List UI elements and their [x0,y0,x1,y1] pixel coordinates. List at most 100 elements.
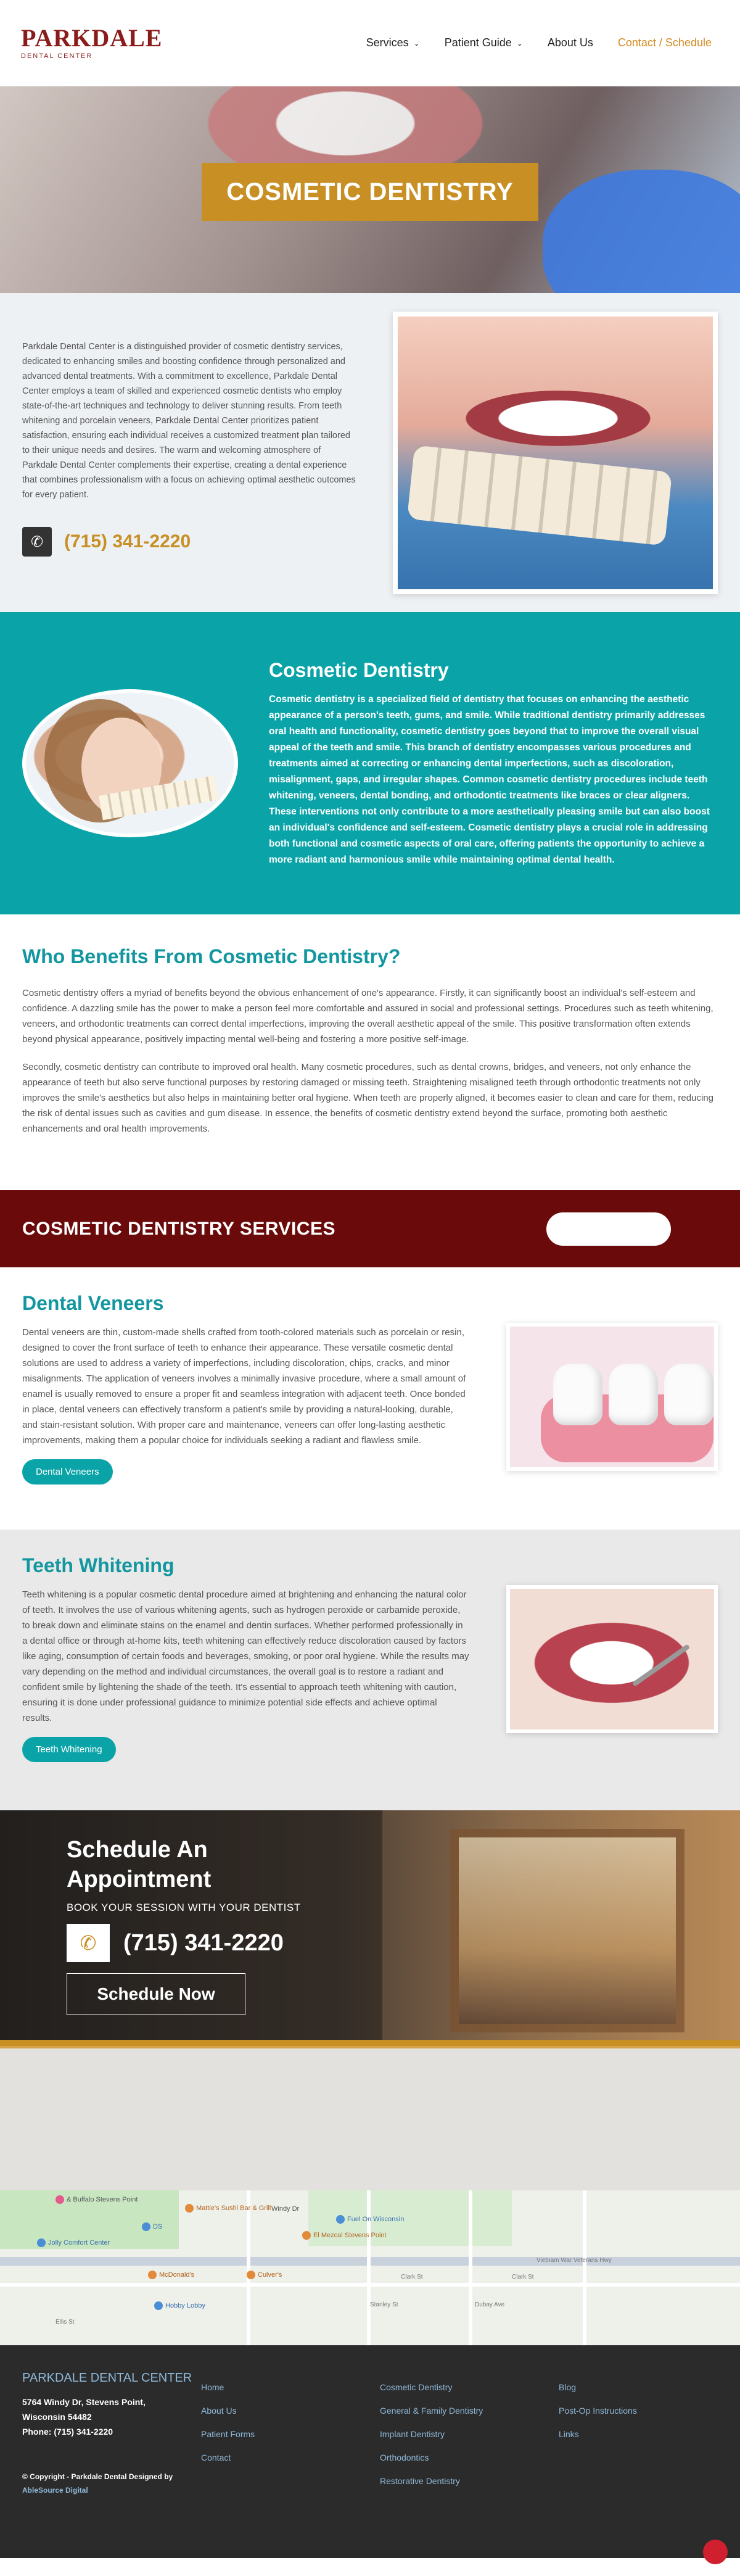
footer-link-general[interactable]: General & Family Dentistry [380,2406,559,2416]
footer-address-line-1: 5764 Windy Dr, Stevens Point, [22,2397,146,2407]
footer-link-orthodontics[interactable]: Orthodontics [380,2453,559,2462]
veneers-paragraph: Dental veneers are thin, custom-made she… [22,1327,466,1446]
map-road [469,2190,472,2345]
whitening-text-column: Teeth Whitening Teeth whitening is a pop… [22,1554,469,1810]
page-title: COSMETIC DENTISTRY [226,178,514,205]
map-poi[interactable]: McDonald's [148,2271,194,2279]
logo-main-text: PARKDALE [21,24,163,52]
map-pin-icon [302,2231,311,2240]
intro-phone-number[interactable]: (715) 341-2220 [64,531,191,552]
map-section[interactable]: & Buffalo Stevens Point Mattie's Sushi B… [0,2046,740,2345]
map-pin-icon [148,2271,157,2279]
map-pin-icon [154,2301,163,2310]
veneers-button[interactable]: Dental Veneers [22,1459,113,1485]
nav-contact-label: Contact / Schedule [617,36,712,49]
footer-phone[interactable]: Phone: (715) 341-2220 [22,2424,201,2439]
map-pin-icon [142,2222,150,2231]
map-poi[interactable]: El Mezcal Stevens Point [302,2231,387,2240]
recaptcha-badge-icon[interactable] [703,2540,728,2564]
map-street-label: Dubay Ave [475,2301,505,2308]
schedule-subheading: BOOK YOUR SESSION WITH YOUR DENTIST [67,1902,301,1913]
whitening-button[interactable]: Teeth Whitening [22,1737,116,1762]
map-poi[interactable]: Hobby Lobby [154,2301,205,2310]
hero-section: COSMETIC DENTISTRY [0,86,740,293]
map-poi[interactable]: Windy Dr [271,2205,299,2213]
map-street-label: Clark St [401,2274,423,2280]
schedule-heading: Schedule An Appointment [67,1837,212,1892]
whitening-section: Teeth Whitening Teeth whitening is a pop… [0,1530,740,1810]
teal-heading: Cosmetic Dentistry [269,658,449,681]
footer-link-post-op[interactable]: Post-Op Instructions [559,2406,682,2416]
site-logo[interactable]: PARKDALE DENTAL CENTER [21,26,162,60]
hero-image-glove [543,170,740,293]
schedule-section: Schedule An Appointment BOOK YOUR SESSIO… [0,1810,740,2046]
whitening-image-mouth [528,1620,695,1706]
footer-links-column-3: Blog Post-Op Instructions Links [559,2370,682,2558]
logo-sub-text: DENTAL CENTER [21,52,93,60]
schedule-phone-number[interactable]: (715) 341-2220 [123,1930,284,1957]
map-poi[interactable]: Culver's [247,2271,282,2279]
map-poi-label: Culver's [258,2271,282,2279]
schedule-bg-office [450,1829,684,2032]
nav-about[interactable]: About Us [548,36,593,49]
nav-patient-guide-label: Patient Guide [444,36,512,49]
main-nav: Services ⌄ Patient Guide ⌄ About Us Cont… [366,36,712,49]
chevron-down-icon: ⌄ [516,38,523,48]
schedule-content: Schedule An Appointment BOOK YOUR SESSIO… [67,1835,350,2015]
site-header: PARKDALE DENTAL CENTER Services ⌄ Patien… [0,0,740,86]
footer-copyright-text: © Copyright - Parkdale Dental Designed b… [22,2472,173,2481]
intro-image-smile [465,391,651,446]
footer-designer-link[interactable]: AbleSource Digital [22,2483,201,2497]
map-pin-icon [336,2215,345,2224]
map-poi-label: McDonald's [159,2271,195,2279]
map-poi[interactable]: Mattie's Sushi Bar & Grill [185,2204,271,2213]
map-street-label: Clark St [512,2274,534,2280]
footer-link-implant[interactable]: Implant Dentistry [380,2429,559,2439]
veneers-image [506,1323,718,1471]
teal-image-woman [22,689,238,837]
footer-link-about[interactable]: About Us [201,2406,380,2416]
footer-link-restorative[interactable]: Restorative Dentistry [380,2476,559,2486]
schedule-now-button[interactable]: Schedule Now [67,1973,245,2015]
map-poi-label: Fuel On Wisconsin [347,2216,405,2223]
footer-link-blog[interactable]: Blog [559,2382,682,2392]
intro-text-column: Parkdale Dental Center is a distinguishe… [22,312,356,612]
google-map[interactable]: & Buffalo Stevens Point Mattie's Sushi B… [0,2190,740,2345]
footer-link-contact[interactable]: Contact [201,2453,380,2462]
map-poi[interactable]: DS [142,2222,162,2231]
footer-link-cosmetic[interactable]: Cosmetic Dentistry [380,2382,559,2392]
page: PARKDALE DENTAL CENTER Services ⌄ Patien… [0,0,740,2576]
footer-links-column-1: Home About Us Patient Forms Contact [201,2370,380,2558]
veneers-image-tooth [553,1364,602,1425]
map-poi[interactable]: Jolly Comfort Center [37,2238,110,2247]
nav-contact-schedule[interactable]: Contact / Schedule [618,36,712,49]
intro-phone[interactable]: ✆ (715) 341-2220 [22,527,356,557]
map-poi-label: El Mezcal Stevens Point [313,2232,387,2239]
map-poi-label: Hobby Lobby [165,2302,205,2309]
services-banner: COSMETIC DENTISTRY SERVICES [0,1190,740,1267]
map-poi[interactable]: & Buffalo Stevens Point [56,2195,138,2204]
footer-link-home[interactable]: Home [201,2382,380,2392]
veneers-heading: Dental Veneers [22,1292,164,1314]
map-blank-area [0,2048,740,2190]
map-poi[interactable]: Fuel On Wisconsin [336,2215,404,2224]
map-poi-label: & Buffalo Stevens Point [67,2196,138,2203]
map-poi-label: Jolly Comfort Center [48,2239,110,2247]
map-road [583,2190,586,2345]
services-banner-button[interactable] [546,1212,671,1246]
nav-services[interactable]: Services ⌄ [366,36,420,49]
footer-link-links[interactable]: Links [559,2429,682,2439]
footer-link-patient-forms[interactable]: Patient Forms [201,2429,380,2439]
veneers-section: Dental Veneers Dental veneers are thin, … [0,1267,740,1530]
map-pin-icon [37,2238,46,2247]
schedule-phone[interactable]: ✆ (715) 341-2220 [67,1924,350,1962]
services-banner-heading: COSMETIC DENTISTRY SERVICES [22,1218,336,1239]
benefits-heading: Who Benefits From Cosmetic Dentistry? [22,945,401,967]
map-street-label: Vietnam War Veterans Hwy [536,2257,612,2264]
nav-patient-guide[interactable]: Patient Guide ⌄ [445,36,523,49]
benefits-section: Who Benefits From Cosmetic Dentistry? Co… [0,914,740,1190]
veneers-text-column: Dental Veneers Dental veneers are thin, … [22,1292,469,1530]
footer-address: 5764 Windy Dr, Stevens Point, Wisconsin … [22,2395,201,2439]
phone-icon: ✆ [67,1924,110,1962]
footer-contact-column: PARKDALE DENTAL CENTER 5764 Windy Dr, St… [22,2370,201,2558]
